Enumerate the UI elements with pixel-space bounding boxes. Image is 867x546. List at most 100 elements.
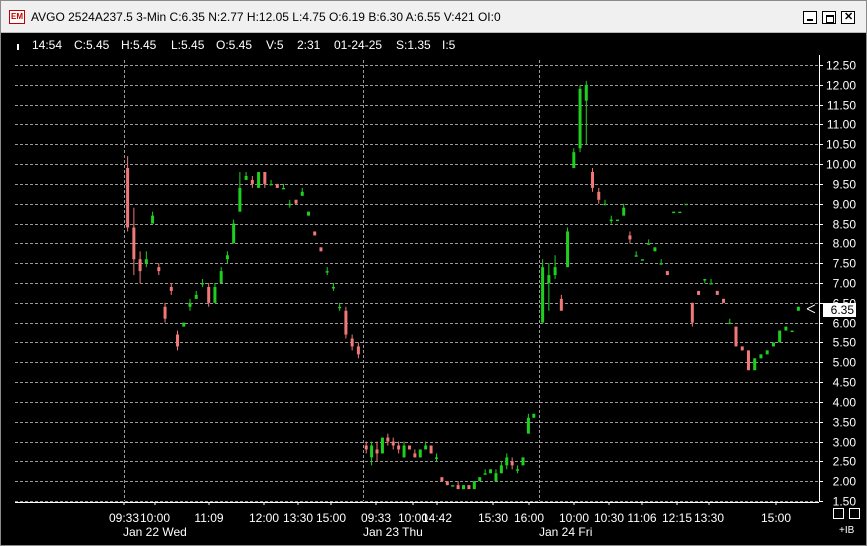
price-tick-label: 10.00 [826,158,856,172]
title-bar[interactable]: EM AVGO 2524A237.5 3-Min C:6.35 N:2.77 H… [1,1,866,33]
candle-down [628,235,632,240]
info-open: O:5.45 [216,38,253,52]
time-tick-label: 14:42 [422,511,452,525]
time-tick-label: 09:33 [109,511,139,525]
candle-down [313,231,317,236]
candle-up [494,473,498,482]
candle-up [532,413,536,418]
candle-up [584,84,588,101]
candle-up [144,259,148,264]
price-tick-label: 2.50 [833,455,857,469]
price-tick-label: 3.50 [833,416,857,430]
window-title: AVGO 2524A237.5 3-Min C:6.35 N:2.77 H:12… [31,10,501,24]
price-tick-label: 9.50 [833,178,857,192]
candle-up [424,445,428,450]
candle-up [516,469,520,471]
candle-up [709,283,713,285]
info-low: L:5.45 [171,38,205,52]
day-label: Jan 23 Thu [363,525,423,539]
maximize-icon [826,15,834,23]
candle-down [386,437,390,442]
time-tick-label: 10:30 [594,511,624,525]
candle-down [126,168,130,228]
candle-down [445,481,449,486]
candle-up [489,469,493,474]
price-tick-label: 11.00 [827,118,856,132]
candle-up [282,187,286,190]
candle-down [250,179,254,184]
chart-area[interactable]: 12.50 12.00 11.50 11.00 10.50 10.00 9.50 9.00 8.… [1,55,866,545]
candle-up [244,175,248,180]
candle-down [132,227,136,260]
candle-down [467,485,471,490]
candle-up [572,152,576,169]
time-tick-label: 11:09 [194,511,223,525]
candle-up [151,215,155,224]
candle-up [434,457,438,459]
candle-up [402,445,406,458]
info-close: C:5.45 [74,38,110,52]
candle-down [407,445,411,450]
candle-up [499,465,503,474]
time-tick-label: 13:30 [283,511,313,525]
candle-up [609,219,613,222]
candle-down [375,449,379,454]
candle-down [559,298,563,311]
candle-down [397,445,401,450]
time-tick-label: 15:00 [316,511,346,525]
candle-up [796,306,800,311]
time-tick-label: 09:33 [361,511,391,525]
maximize-button[interactable] [822,11,836,24]
price-chart[interactable]: 12.50 12.00 11.50 11.00 10.50 10.00 9.50 9.00 8.… [1,55,866,545]
candle-up [194,294,198,299]
candle-up [684,203,688,206]
candle-down [344,310,348,335]
candle-up [647,243,651,245]
price-tick-label: 4.00 [833,396,857,410]
candle-down [275,183,279,188]
info-volume: V:5 [266,38,284,52]
candle-down [597,191,601,200]
chart-app-icon[interactable]: EM [9,10,25,24]
minimize-icon [807,19,813,21]
price-tick-label: 12.50 [826,59,856,73]
candle-up [547,275,551,283]
candle-down [690,302,694,323]
time-tick-label: 16:00 [514,511,544,525]
info-trades: I:5 [442,38,456,52]
time-tick-label: 11:06 [627,511,656,525]
time-tick-label: 15:00 [761,511,791,525]
close-icon: ✕ [844,11,854,23]
candle-up [521,457,525,466]
candle-up [213,286,217,303]
candle-up [790,330,794,333]
close-button[interactable]: ✕ [841,11,855,24]
time-tick-label: 12:00 [249,511,279,525]
info-high: H:5.45 [121,38,157,52]
candle-up [418,449,422,458]
info-date: 01-24-25 [334,38,383,52]
candle-up [257,172,261,188]
time-tick-label: 13:30 [694,511,724,525]
candle-down [207,286,211,303]
candle-up [672,211,676,214]
price-tick-label: 10.50 [826,138,856,152]
time-tick-label: 10:00 [140,511,170,525]
ib-label: +IB [839,525,855,536]
candle-down [440,477,444,482]
candle-up [526,417,530,434]
price-tick-label: 5.00 [833,356,857,370]
candle-up [451,485,455,487]
candle-up [288,203,292,206]
corner-box-left-icon[interactable] [833,508,844,519]
candle-down [350,338,354,347]
candle-up [622,207,626,216]
candle-up [566,231,570,268]
minimize-button[interactable] [803,11,817,24]
price-tick-label: 11.50 [827,99,856,113]
candle-up [306,211,310,216]
candle-up [615,219,619,222]
corner-box-right-icon[interactable] [849,508,860,519]
candle-down [263,172,267,184]
candle-up [640,259,644,261]
